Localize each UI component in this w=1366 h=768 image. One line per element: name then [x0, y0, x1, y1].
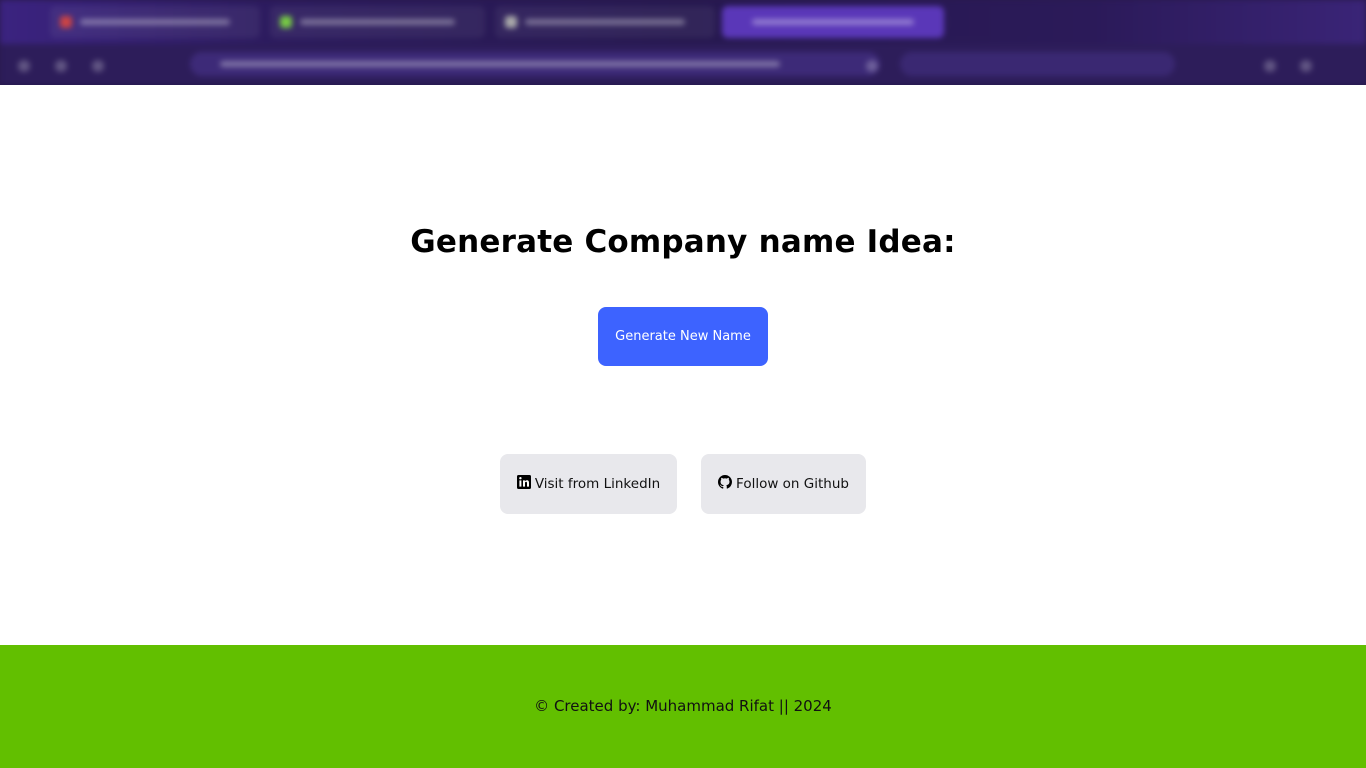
linkedin-button-label: Visit from LinkedIn: [534, 476, 661, 492]
linkedin-button[interactable]: Visit from LinkedIn: [500, 454, 677, 514]
page-title: Generate Company name Idea:: [410, 224, 956, 260]
github-button-label: Follow on Github: [736, 476, 849, 492]
main-content: Generate Company name Idea: Generate New…: [0, 85, 1366, 645]
linkedin-icon: [516, 475, 531, 489]
browser-chrome-blurred: [0, 0, 1366, 85]
generate-new-name-button[interactable]: Generate New Name: [598, 307, 768, 366]
footer: © Created by: Muhammad Rifat || 2024: [0, 645, 1366, 768]
github-icon: [718, 475, 733, 489]
forward-icon[interactable]: [55, 60, 67, 72]
bookmark-icon[interactable]: [866, 60, 878, 72]
browser-tab[interactable]: [50, 6, 260, 38]
browser-tabstrip: [0, 0, 1366, 44]
extensions-icon[interactable]: [1264, 60, 1276, 72]
browser-chrome: [0, 0, 1366, 85]
downloads-icon[interactable]: [1300, 60, 1312, 72]
address-bar[interactable]: [190, 52, 880, 76]
browser-tab-active[interactable]: [722, 6, 944, 38]
browser-tab[interactable]: [495, 6, 715, 38]
browser-tab[interactable]: [270, 6, 485, 38]
reload-icon[interactable]: [92, 60, 104, 72]
browser-search-bar[interactable]: [900, 52, 1175, 76]
back-icon[interactable]: [18, 60, 30, 72]
browser-toolbar: [0, 44, 1366, 85]
footer-credit: © Created by: Muhammad Rifat || 2024: [534, 697, 832, 715]
github-button[interactable]: Follow on Github: [701, 454, 866, 514]
